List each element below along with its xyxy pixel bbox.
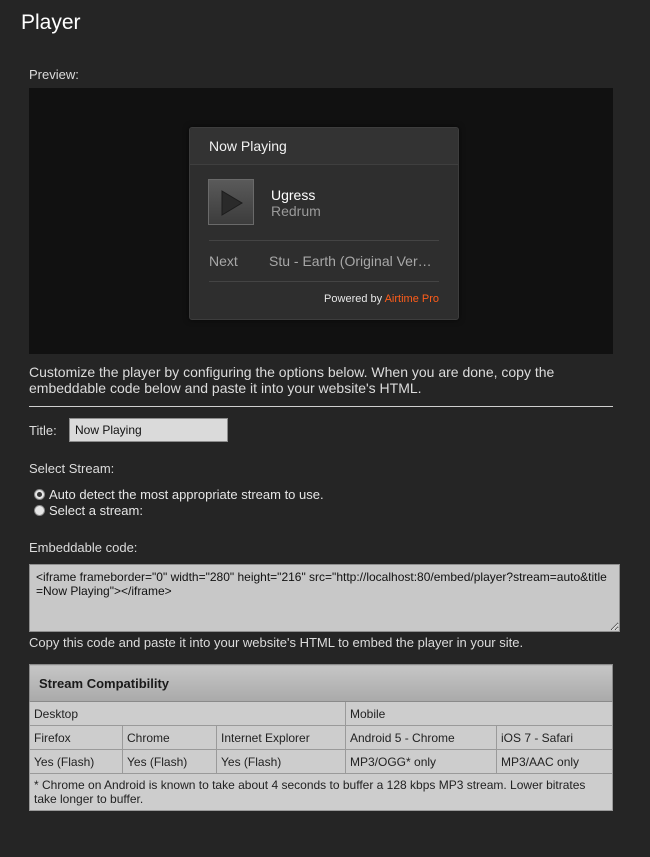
title-label: Title:: [29, 423, 57, 438]
browser-android: Android 5 - Chrome: [345, 725, 497, 750]
brand-link[interactable]: Airtime Pro: [385, 293, 439, 305]
support-ie: Yes (Flash): [216, 749, 346, 774]
divider: [209, 281, 439, 282]
radio-select[interactable]: [34, 505, 45, 516]
select-stream-label: Select Stream:: [29, 461, 115, 476]
player-header: Now Playing: [190, 128, 458, 165]
support-ios: MP3/AAC only: [496, 749, 613, 774]
preview-label: Preview:: [29, 67, 79, 82]
browser-chrome: Chrome: [122, 725, 217, 750]
group-desktop: Desktop: [29, 701, 346, 726]
compat-title: Stream Compatibility: [29, 664, 613, 702]
page-title: Player: [21, 11, 81, 34]
compat-note: * Chrome on Android is known to take abo…: [29, 773, 613, 811]
player-widget: Now Playing Ugress Redrum Next Stu - Ear…: [189, 127, 459, 320]
preview-area: Now Playing Ugress Redrum Next Stu - Ear…: [29, 88, 613, 354]
browser-firefox: Firefox: [29, 725, 123, 750]
group-mobile: Mobile: [345, 701, 613, 726]
stream-option-select[interactable]: Select a stream:: [34, 503, 143, 518]
next-track: Stu - Earth (Original Ver…: [269, 253, 432, 269]
radio-auto-label: Auto detect the most appropriate stream …: [49, 487, 324, 502]
track-title: Ugress: [271, 187, 316, 203]
play-icon: [221, 190, 243, 216]
support-firefox: Yes (Flash): [29, 749, 123, 774]
play-button[interactable]: [208, 179, 254, 225]
stream-compatibility-table: Stream Compatibility Desktop Mobile Fire…: [29, 664, 613, 811]
browser-ie: Internet Explorer: [216, 725, 346, 750]
powered-by-label: Powered by: [324, 293, 383, 305]
stream-option-auto[interactable]: Auto detect the most appropriate stream …: [34, 487, 324, 502]
embed-help: Copy this code and paste it into your we…: [29, 635, 524, 650]
embed-code-textarea[interactable]: <iframe frameborder="0" width="280" heig…: [29, 564, 620, 632]
divider: [209, 240, 439, 241]
track-artist: Redrum: [271, 203, 321, 219]
radio-select-label: Select a stream:: [49, 503, 143, 518]
embed-label: Embeddable code:: [29, 540, 138, 555]
separator: [29, 406, 613, 407]
support-chrome: Yes (Flash): [122, 749, 217, 774]
radio-auto[interactable]: [34, 489, 45, 500]
support-android: MP3/OGG* only: [345, 749, 497, 774]
title-input[interactable]: [69, 418, 228, 442]
intro-text: Customize the player by configuring the …: [29, 364, 555, 396]
browser-ios: iOS 7 - Safari: [496, 725, 613, 750]
powered-by: Powered by Airtime Pro: [324, 293, 439, 305]
next-label: Next: [209, 253, 238, 269]
